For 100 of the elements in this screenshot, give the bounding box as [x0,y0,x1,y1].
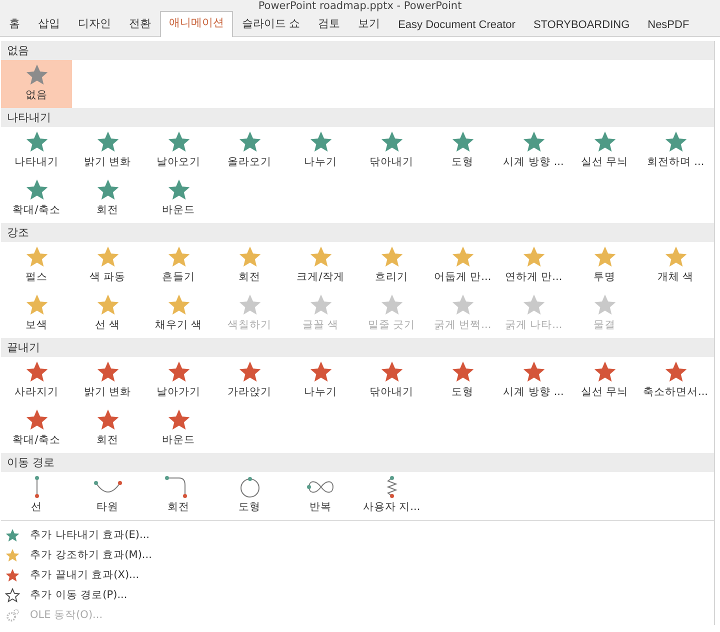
star-icon [5,528,20,542]
gear-icon [5,608,20,622]
effect-option[interactable]: 실선 무늬 [569,127,640,175]
effect-option[interactable]: 회전 [72,175,143,223]
star-icon [238,130,262,154]
effect-option[interactable]: 선 [1,472,72,520]
effect-option[interactable]: 사용자 지... [356,472,427,520]
effect-option[interactable]: 펄스 [1,242,72,290]
effect-option[interactable]: 나누기 [285,357,356,405]
effect-option[interactable]: 날아가기 [143,357,214,405]
ribbon-tab[interactable]: 애니메이션 [160,11,233,37]
effect-option[interactable]: 개체 색 [640,242,711,290]
star-icon [24,130,48,154]
ribbon-tab[interactable]: 삽입 [29,12,69,36]
star-icon [166,178,190,202]
star-icon [166,360,190,384]
effect-option[interactable]: 선 색 [72,290,143,338]
section-header: 없음 [1,41,714,60]
effect-option[interactable]: 축소하면서... [640,357,711,405]
effect-option[interactable]: 회전하며 ... [640,127,711,175]
star-icon [166,293,190,317]
star-icon [24,408,48,432]
menu-item[interactable]: 추가 이동 경로(P)... [1,585,132,605]
effect-option[interactable]: 도형 [427,127,498,175]
star-icon [24,360,48,384]
star-icon [166,408,190,432]
star-icon [96,293,120,317]
star-icon [592,245,616,269]
star-icon [5,568,20,582]
effect-option[interactable]: 어둡게 만... [427,242,498,290]
menu-item[interactable]: 추가 나타내기 효과(E)... [1,525,154,545]
star-icon [450,360,474,384]
star-icon [166,245,190,269]
effect-option[interactable]: 밝기 변화 [72,127,143,175]
effect-option[interactable]: 닦아내기 [356,357,427,405]
effect-option[interactable]: 사라지기 [1,357,72,405]
ribbon-tab[interactable]: 검토 [309,12,350,36]
star-icon [238,293,262,317]
effect-option[interactable]: 반복 [285,472,356,520]
effect-option[interactable]: 채우기 색 [143,290,214,338]
effect-option[interactable]: 날아오기 [143,127,214,175]
star-icon [450,293,474,317]
motion-path-icon [386,475,398,499]
ribbon-tab[interactable]: 디자인 [69,12,120,36]
effect-option[interactable]: 보색 [1,290,72,338]
ribbon-tab[interactable]: Easy Document Creator [389,15,524,36]
ribbon-tab[interactable]: 슬라이드 쇼 [233,12,310,36]
effect-option[interactable]: 연하게 만... [498,242,569,290]
star-outline-icon [5,588,20,602]
menu-item[interactable]: 추가 끝내기 효과(X)... [1,565,144,585]
effect-option[interactable]: 회전 [214,242,285,290]
effect-option[interactable]: 나누기 [285,127,356,175]
effect-option[interactable]: 나타내기 [1,127,72,175]
ribbon-tab[interactable]: STORYBOARDING [524,15,639,36]
effect-option[interactable]: 타원 [72,472,143,520]
effect-option[interactable]: 흔들기 [143,242,214,290]
ribbon-tab[interactable]: NesPDF [638,15,698,36]
star-icon [96,178,120,202]
star-icon [166,130,190,154]
star-icon [24,63,48,87]
effect-option[interactable]: 도형 [214,472,285,520]
star-icon [380,245,404,269]
effect-option[interactable]: 올라오기 [214,127,285,175]
effect-option[interactable]: 없음 [1,60,72,108]
effect-option[interactable]: 시계 방향 ... [498,357,569,405]
menu-item[interactable]: 추가 강조하기 효과(M)... [1,545,156,565]
star-icon [238,245,262,269]
star-icon [96,408,120,432]
effect-option[interactable]: 실선 무늬 [569,357,640,405]
star-icon [522,245,546,269]
effect-option[interactable]: 확대/축소 [1,175,72,223]
effect-option[interactable]: 크게/작게 [285,242,356,290]
star-icon [24,245,48,269]
effect-option[interactable]: 닦아내기 [356,127,427,175]
effect-option[interactable]: 시계 방향 ... [498,127,569,175]
effect-option[interactable]: 흐리기 [356,242,427,290]
star-icon [522,293,546,317]
star-icon [522,360,546,384]
ribbon-tab[interactable]: 보기 [349,12,390,36]
star-icon [238,360,262,384]
effect-option[interactable]: 색 파동 [72,242,143,290]
effect-option[interactable]: 바운드 [143,405,214,453]
star-icon [450,130,474,154]
ribbon-tab[interactable]: 전환 [120,12,160,36]
section-header: 끝내기 [1,338,714,357]
effect-option[interactable]: 확대/축소 [1,405,72,453]
star-icon [5,548,20,562]
star-icon [308,360,332,384]
effect-option[interactable]: 회전 [143,472,214,520]
ribbon-tab[interactable]: 홈 [0,12,29,36]
effect-option[interactable]: 가라앉기 [214,357,285,405]
star-icon [592,130,616,154]
effect-option[interactable]: 밝기 변화 [72,357,143,405]
effect-option[interactable]: 도형 [427,357,498,405]
effect-option[interactable]: 바운드 [143,175,214,223]
star-icon [380,360,404,384]
star-icon [96,245,120,269]
star-icon [24,178,48,202]
effect-option[interactable]: 회전 [72,405,143,453]
effect-option[interactable]: 투명 [569,242,640,290]
